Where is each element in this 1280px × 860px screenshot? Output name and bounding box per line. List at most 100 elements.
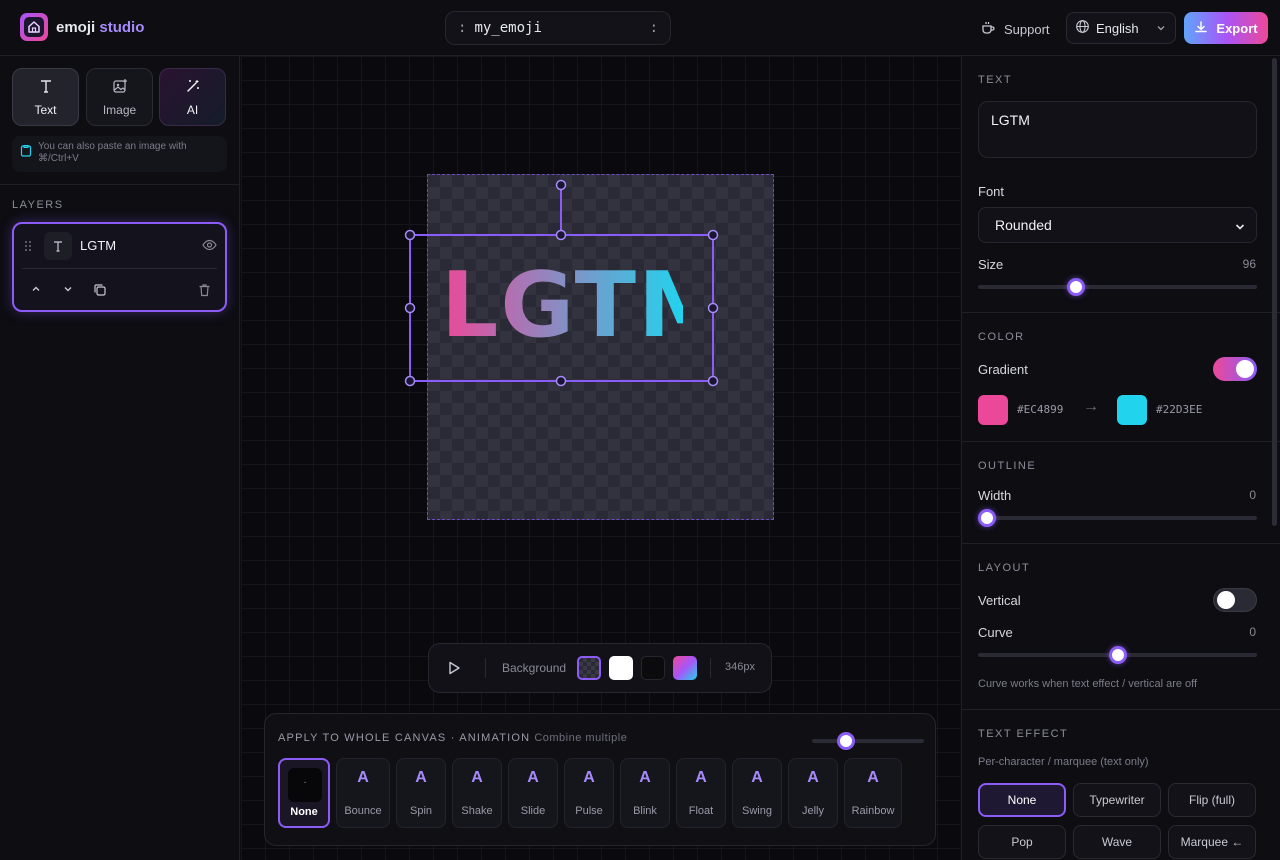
text-effect-flip-full[interactable]: Flip (full)	[1168, 783, 1256, 817]
globe-icon	[1075, 19, 1090, 37]
layer-row: LGTM	[14, 224, 225, 268]
tool-text-button[interactable]: Text	[12, 68, 79, 126]
animation-option-label: Rainbow	[851, 805, 895, 817]
gradient-end-swatch[interactable]	[1117, 395, 1147, 425]
animation-option-none[interactable]: · None	[278, 758, 330, 828]
text-effect-wave[interactable]: Wave	[1073, 825, 1161, 859]
curve-slider[interactable]	[978, 646, 1257, 664]
text-effect-pop[interactable]: Pop	[978, 825, 1066, 859]
size-slider[interactable]	[978, 278, 1257, 296]
layout-section-title: LAYOUT	[978, 562, 1031, 574]
bg-gradient-swatch[interactable]	[673, 656, 697, 680]
canvas-text[interactable]: LGTM	[441, 260, 728, 352]
resize-handle[interactable]	[404, 302, 416, 314]
canvas-size-label: 346px	[725, 661, 755, 673]
bg-black-swatch[interactable]	[641, 656, 665, 680]
tool-image-button[interactable]: Image	[86, 68, 153, 126]
font-value: Rounded	[995, 217, 1052, 233]
gradient-start-swatch[interactable]	[978, 395, 1008, 425]
animation-option-label: Bounce	[344, 805, 382, 817]
support-button[interactable]: Support	[980, 20, 1050, 39]
sidebar-divider	[0, 184, 240, 185]
slider-thumb[interactable]	[837, 732, 855, 750]
outline-width-slider[interactable]	[978, 509, 1257, 527]
language-select[interactable]: English	[1066, 12, 1176, 44]
background-label: Background	[502, 661, 567, 675]
animation-preview-glyph: A	[527, 769, 539, 786]
panel-scrollbar[interactable]	[1272, 58, 1277, 526]
animation-preview-glyph: A	[583, 769, 595, 786]
animation-option-rainbow[interactable]: A Rainbow	[844, 758, 902, 828]
resize-handle[interactable]	[404, 375, 416, 387]
animation-preview-glyph: A	[639, 769, 651, 786]
animation-option-label: Float	[688, 805, 714, 817]
layer-name: LGTM	[80, 238, 117, 253]
move-down-icon[interactable]	[62, 283, 74, 298]
text-layer-icon	[44, 232, 72, 260]
animation-option-spin[interactable]: A Spin	[396, 758, 446, 828]
paste-hint: You can also paste an image with ⌘/Ctrl+…	[12, 136, 227, 172]
filename-field[interactable]: : my_emoji :	[445, 11, 671, 45]
gradient-label: Gradient	[978, 362, 1028, 377]
text-effect-none[interactable]: None	[978, 783, 1066, 817]
arrow-right-icon: →	[1083, 398, 1099, 415]
app-logo[interactable]	[20, 13, 48, 41]
panel-divider	[962, 709, 1280, 710]
panel-divider	[962, 441, 1280, 442]
toolbar-divider	[485, 658, 486, 678]
vertical-label: Vertical	[978, 593, 1021, 608]
play-icon[interactable]	[447, 660, 461, 679]
move-up-icon[interactable]	[30, 283, 42, 298]
effect-section-title: TEXT EFFECT	[978, 728, 1069, 740]
text-effect-marquee[interactable]: Marquee ←	[1168, 825, 1256, 859]
bg-transparent-swatch[interactable]	[577, 656, 601, 680]
canvas-area: LGTM Background 346px APPLY TO WHOLE CAN…	[241, 56, 960, 860]
font-select[interactable]: Rounded	[978, 207, 1257, 243]
animation-preview-glyph: A	[807, 769, 819, 786]
gradient-toggle[interactable]	[1213, 357, 1257, 381]
eye-icon[interactable]	[202, 239, 217, 254]
animation-speed-slider[interactable]	[812, 732, 924, 750]
drag-handle-icon[interactable]	[24, 240, 32, 255]
coffee-icon	[980, 20, 996, 39]
text-effect-typewriter[interactable]: Typewriter	[1073, 783, 1161, 817]
filename-prefix: :	[458, 20, 467, 36]
duplicate-icon[interactable]	[93, 283, 107, 300]
gradient-start-hex: #EC4899	[1017, 403, 1064, 416]
animation-subtitle: Combine multiple	[534, 732, 628, 744]
vertical-toggle[interactable]	[1213, 588, 1257, 612]
magic-wand-icon	[185, 78, 201, 97]
layer-item[interactable]: LGTM	[12, 222, 227, 312]
animation-preview-glyph: A	[357, 769, 369, 786]
slider-thumb[interactable]	[1066, 278, 1085, 296]
tool-image-label: Image	[102, 102, 137, 117]
bg-white-swatch[interactable]	[609, 656, 633, 680]
resize-handle[interactable]	[404, 229, 416, 241]
layers-title: LAYERS	[12, 199, 64, 211]
animation-option-label: None	[290, 806, 318, 818]
animation-option-float[interactable]: A Float	[676, 758, 726, 828]
export-button[interactable]: Export	[1184, 12, 1268, 44]
app-name: emoji studio	[56, 19, 144, 36]
slider-thumb[interactable]	[1108, 646, 1127, 664]
slider-thumb[interactable]	[978, 509, 996, 527]
animation-option-shake[interactable]: A Shake	[452, 758, 502, 828]
animation-option-jelly[interactable]: A Jelly	[788, 758, 838, 828]
animation-option-slide[interactable]: A Slide	[508, 758, 558, 828]
chevron-down-icon	[1234, 220, 1246, 236]
animation-option-blink[interactable]: A Blink	[620, 758, 670, 828]
gradient-end-hex: #22D3EE	[1156, 403, 1203, 416]
trash-icon[interactable]	[198, 283, 211, 300]
filename-text: my_emoji	[474, 20, 542, 36]
animation-option-swing[interactable]: A Swing	[732, 758, 782, 828]
text-input[interactable]: LGTM	[978, 101, 1257, 158]
curve-value: 0	[1249, 625, 1256, 639]
tool-ai-button[interactable]: AI	[159, 68, 226, 126]
animation-option-pulse[interactable]: A Pulse	[564, 758, 614, 828]
home-icon	[24, 17, 44, 37]
curve-label: Curve	[978, 625, 1013, 640]
image-add-icon	[112, 78, 128, 97]
preview-toolbar: Background 346px	[428, 643, 772, 693]
left-sidebar: Text Image AI You can also paste an imag…	[0, 56, 240, 860]
animation-option-bounce[interactable]: A Bounce	[336, 758, 390, 828]
